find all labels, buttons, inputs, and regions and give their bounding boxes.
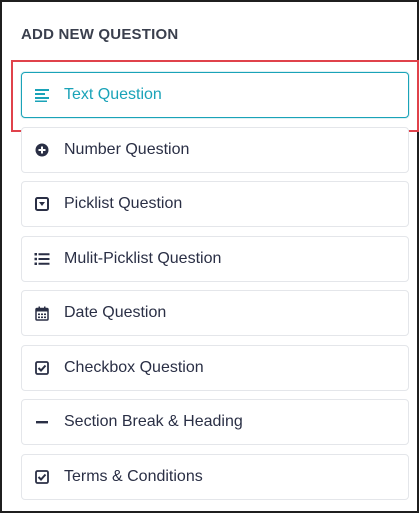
option-label: Text Question: [64, 86, 162, 103]
question-type-list: Text Question Number Question Picklist Q…: [21, 72, 409, 508]
plus-circle-icon: [34, 142, 50, 158]
bullet-list-icon: [34, 251, 50, 267]
option-label: Picklist Question: [64, 195, 183, 212]
checkbox-question-option[interactable]: Checkbox Question: [21, 344, 409, 391]
number-question-option[interactable]: Number Question: [21, 126, 409, 173]
minus-icon: [34, 414, 50, 430]
dropdown-box-icon: [34, 196, 50, 212]
option-label: Section Break & Heading: [64, 413, 243, 430]
text-question-option[interactable]: Text Question: [21, 72, 409, 118]
checkbox-icon: [34, 360, 50, 376]
text-lines-icon: [34, 87, 50, 103]
checkbox-icon: [34, 469, 50, 485]
picklist-question-option[interactable]: Picklist Question: [21, 181, 409, 227]
add-question-panel: ADD NEW QUESTION Text Question Number Qu…: [0, 0, 419, 513]
date-question-option[interactable]: Date Question: [21, 290, 409, 336]
option-label: Terms & Conditions: [64, 467, 203, 485]
calendar-icon: [34, 305, 50, 321]
terms-conditions-option[interactable]: Terms & Conditions: [21, 453, 409, 500]
option-label: Mulit-Picklist Question: [64, 249, 222, 267]
option-label: Number Question: [64, 140, 190, 158]
panel-heading: ADD NEW QUESTION: [21, 26, 179, 43]
multi-picklist-question-option[interactable]: Mulit-Picklist Question: [21, 235, 409, 282]
section-break-heading-option[interactable]: Section Break & Heading: [21, 399, 409, 445]
option-label: Checkbox Question: [64, 358, 204, 376]
option-label: Date Question: [64, 304, 167, 321]
